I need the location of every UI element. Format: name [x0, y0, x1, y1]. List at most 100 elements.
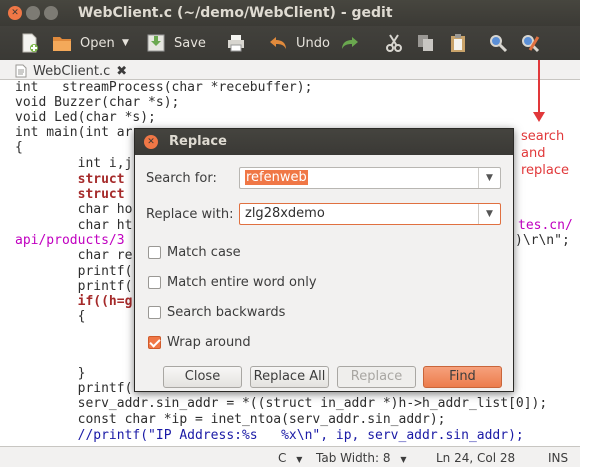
code-line: char ht — [15, 218, 133, 233]
printer-icon — [228, 35, 244, 52]
undo-button[interactable]: Undo — [268, 31, 330, 55]
language-selector[interactable]: C ▼ — [278, 451, 302, 465]
chevron-down-icon[interactable]: ▼ — [478, 168, 500, 188]
search-value: refenweb — [245, 170, 308, 185]
chevron-down-icon[interactable]: ▼ — [478, 204, 500, 224]
code-line: printf( — [15, 279, 133, 294]
tab-label: WebClient.c — [33, 63, 111, 79]
redo-button[interactable] — [340, 31, 360, 55]
code-fragment-url: tes.cn/ — [518, 218, 573, 233]
clipboard-icon — [451, 34, 465, 52]
match-entire-word-checkbox[interactable]: Match entire word only — [148, 275, 317, 290]
title-bar: ✕ WebClient.c (~/demo/WebClient) - gedit — [0, 0, 580, 26]
search-button[interactable] — [488, 31, 508, 55]
code-line: serv_addr.sin_addr = *((struct in_addr *… — [15, 396, 548, 411]
checkbox-box[interactable] — [148, 246, 161, 259]
find-button[interactable]: Find — [423, 366, 502, 388]
checkbox-box[interactable] — [148, 276, 161, 289]
folder-open-icon — [53, 37, 71, 51]
tab-width-selector[interactable]: Tab Width: 8 ▼ — [316, 451, 406, 465]
tab-close-icon[interactable]: ✖ — [116, 64, 127, 79]
code-line: printf( — [15, 264, 133, 279]
search-icon — [490, 35, 508, 53]
code-line: { — [15, 309, 86, 324]
replace-with-label: Replace with: — [146, 207, 234, 222]
code-line: //printf("IP Address:%s %x\n", ip, serv_… — [15, 428, 524, 443]
code-line: int main(int ar — [15, 125, 133, 140]
replace-button[interactable]: Replace — [337, 366, 416, 388]
chevron-down-icon: ▼ — [296, 455, 303, 464]
code-fragment-crlf: )\r\n"; — [515, 233, 570, 248]
window-close-button[interactable]: ✕ — [8, 6, 22, 20]
chevron-down-icon: ▼ — [122, 38, 129, 48]
code-line: api/products/3 — [15, 233, 125, 248]
undo-icon — [270, 37, 286, 49]
copy-icon — [418, 35, 433, 51]
checkbox-box-checked[interactable] — [148, 336, 161, 349]
close-button[interactable]: Close — [163, 366, 242, 388]
redo-icon — [342, 37, 358, 49]
toolbar: Open ▼ Save Undo — [0, 26, 580, 60]
annotation-arrow-head — [533, 112, 545, 122]
file-icon — [15, 64, 27, 78]
code-line: } — [15, 366, 86, 381]
annotation-arrow-line — [538, 60, 540, 116]
dialog-title-bar: ✕ Replace — [135, 129, 513, 155]
insert-mode: INS — [548, 451, 569, 465]
open-label: Open — [80, 35, 115, 51]
option-label: Match entire word only — [167, 275, 317, 290]
dialog-title: Replace — [169, 134, 227, 149]
code-line: int streamProcess(char *recebuffer); — [15, 80, 313, 95]
code-line: char re — [15, 248, 133, 263]
scissors-icon — [386, 34, 402, 52]
open-recent-dropdown[interactable]: ▼ — [122, 31, 129, 55]
replace-all-button[interactable]: Replace All — [250, 366, 329, 388]
code-line: void Buzzer(char *s); — [15, 95, 180, 110]
search-input[interactable]: refenweb ▼ — [239, 167, 501, 189]
option-label: Wrap around — [167, 335, 251, 350]
code-line: struct — [15, 172, 125, 187]
save-button[interactable]: Save — [146, 31, 206, 55]
print-button[interactable] — [226, 31, 246, 55]
tab-webclient[interactable]: WebClient.c ✖ — [14, 62, 127, 80]
wrap-around-checkbox[interactable]: Wrap around — [148, 335, 251, 350]
code-line: struct — [15, 187, 125, 202]
new-document-icon — [22, 33, 38, 53]
dialog-close-icon[interactable]: ✕ — [144, 135, 158, 149]
search-backwards-checkbox[interactable]: Search backwards — [148, 305, 285, 320]
tab-strip: WebClient.c ✖ — [0, 60, 580, 80]
cut-button[interactable] — [384, 31, 404, 55]
open-button[interactable]: Open — [52, 31, 115, 55]
search-replace-button[interactable] — [520, 31, 540, 55]
code-line: printf( — [15, 381, 133, 396]
paste-button[interactable] — [448, 31, 468, 55]
window-minimize-button[interactable] — [26, 6, 40, 20]
code-line: const char *ip = inet_ntoa(serv_addr.sin… — [15, 412, 446, 427]
chevron-down-icon: ▼ — [400, 455, 407, 464]
replace-dialog: ✕ Replace Search for: refenweb ▼ Replace… — [134, 128, 514, 392]
annotation-label: search and replace — [521, 129, 570, 178]
save-label: Save — [174, 35, 206, 51]
code-line: int i,j — [15, 156, 133, 171]
search-for-label: Search for: — [146, 171, 217, 186]
copy-button[interactable] — [416, 31, 436, 55]
match-case-checkbox[interactable]: Match case — [148, 245, 241, 260]
option-label: Match case — [167, 245, 241, 260]
undo-label: Undo — [296, 35, 330, 51]
save-icon — [147, 34, 165, 52]
window-title: WebClient.c (~/demo/WebClient) - gedit — [78, 5, 393, 21]
code-line: char ho — [15, 202, 133, 217]
tab-width-label: Tab Width: 8 — [316, 451, 391, 465]
window-maximize-button[interactable] — [44, 6, 58, 20]
replace-input[interactable]: zlg28xdemo ▼ — [239, 203, 501, 225]
status-bar: C ▼ Tab Width: 8 ▼ Ln 24, Col 28 INS — [0, 446, 580, 467]
code-line: void Led(char *s); — [15, 110, 156, 125]
option-label: Search backwards — [167, 305, 286, 320]
checkbox-box[interactable] — [148, 306, 161, 319]
cursor-position: Ln 24, Col 28 — [436, 451, 516, 465]
new-document-button[interactable] — [20, 31, 40, 55]
language-label: C — [278, 451, 287, 465]
code-line: { — [15, 140, 23, 155]
search-replace-icon — [522, 35, 540, 53]
code-line: if((h=g — [15, 294, 133, 309]
